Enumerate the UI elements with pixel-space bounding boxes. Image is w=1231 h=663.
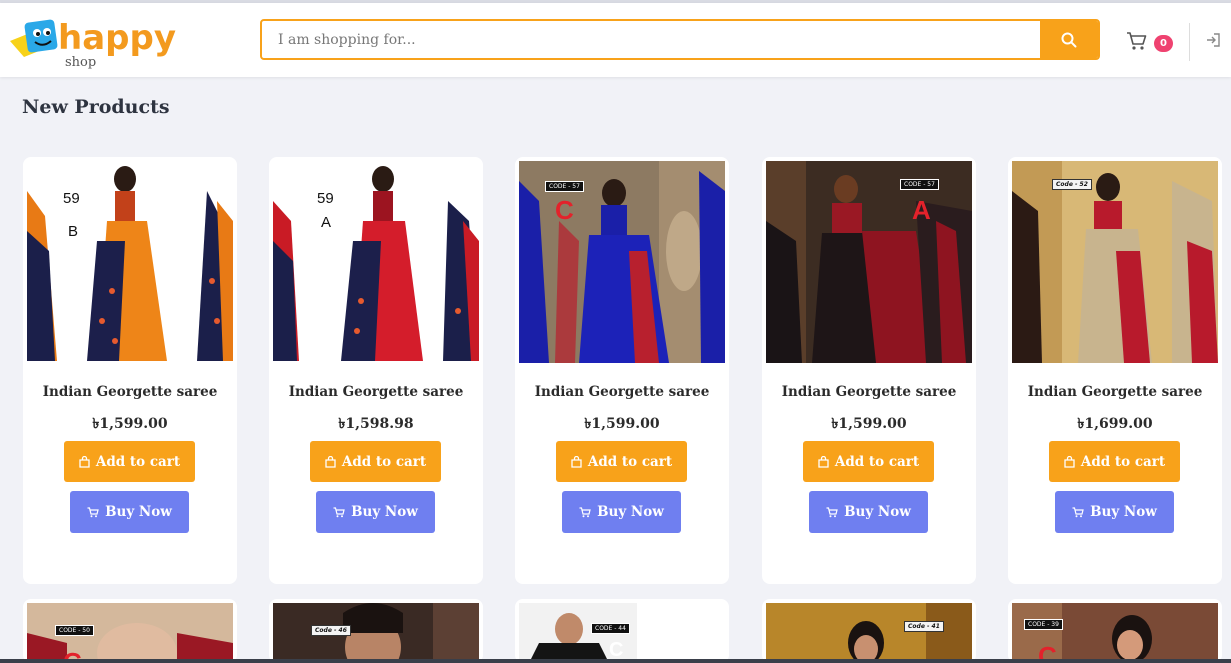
product-image[interactable]: Code - 41 <box>766 603 972 663</box>
add-to-cart-button[interactable]: Add to cart <box>64 441 195 482</box>
add-to-cart-label: Add to cart <box>95 453 181 470</box>
cart-icon <box>333 506 345 517</box>
image-code-tag: Code - 52 <box>1052 179 1092 190</box>
image-code-label: 59 <box>317 190 334 207</box>
bag-icon <box>325 455 336 468</box>
product-image[interactable]: CODE - 39 C <box>1012 603 1218 663</box>
header-divider <box>1189 23 1190 61</box>
product-name[interactable]: Indian Georgette saree <box>23 384 237 400</box>
add-to-cart-button[interactable]: Add to cart <box>556 441 687 482</box>
product-card[interactable]: Code - 46 <box>269 599 483 663</box>
product-image[interactable]: CODE - 44 C <box>519 603 725 663</box>
product-card[interactable]: Code - 52 Indian Georgette saree ৳1,699.… <box>1008 157 1222 584</box>
bag-icon <box>1064 455 1075 468</box>
buy-now-label: Buy Now <box>597 504 664 520</box>
cart-button[interactable]: 0 <box>1126 31 1176 57</box>
product-name[interactable]: Indian Georgette saree <box>762 384 976 400</box>
section-title: New Products <box>22 96 170 118</box>
product-price: ৳1,599.00 <box>92 416 168 432</box>
add-to-cart-label: Add to cart <box>587 453 673 470</box>
cart-icon <box>87 506 99 517</box>
cart-count-badge: 0 <box>1154 35 1173 52</box>
product-image[interactable]: 59 B <box>27 161 233 363</box>
add-to-cart-button[interactable]: Add to cart <box>310 441 441 482</box>
search-button[interactable] <box>1040 21 1098 58</box>
product-card[interactable]: CODE - 44 C <box>515 599 729 663</box>
happy-shop-logo: happy shop <box>10 18 176 70</box>
buy-now-label: Buy Now <box>844 504 911 520</box>
buy-now-button[interactable]: Buy Now <box>1055 491 1174 533</box>
product-name[interactable]: Indian Georgette saree <box>1008 384 1222 400</box>
image-variant-label: A <box>321 214 332 231</box>
product-price: ৳1,599.00 <box>584 416 660 432</box>
product-card[interactable]: 59 B Indian Georgette saree ৳1,599.00 Ad… <box>23 157 237 584</box>
image-code-label: 59 <box>63 190 80 207</box>
buy-now-button[interactable]: Buy Now <box>562 491 681 533</box>
search-bar <box>260 19 1100 60</box>
product-image[interactable]: CODE - 57 A <box>766 161 972 363</box>
site-header: happy shop 0 <box>0 3 1231 77</box>
cart-icon <box>579 506 591 517</box>
add-to-cart-button[interactable]: Add to cart <box>1049 441 1180 482</box>
image-code-tag: CODE - 44 <box>591 623 630 634</box>
login-button[interactable] <box>1205 32 1223 50</box>
product-card[interactable]: CODE - 50 C <box>23 599 237 663</box>
search-input[interactable] <box>262 21 1042 58</box>
buy-now-label: Buy Now <box>1090 504 1157 520</box>
product-image[interactable]: CODE - 57 C <box>519 161 725 363</box>
cart-icon <box>1072 506 1084 517</box>
product-card[interactable]: 59 A Indian Georgette saree ৳1,598.98 Ad… <box>269 157 483 584</box>
logo[interactable]: happy shop <box>8 11 178 71</box>
image-code-tag: CODE - 57 <box>900 179 939 190</box>
cart-icon <box>1127 32 1147 50</box>
image-variant-label: B <box>68 223 79 240</box>
image-variant-label: C <box>555 195 574 225</box>
bag-icon <box>818 455 829 468</box>
image-code-tag: Code - 46 <box>311 625 351 636</box>
product-image[interactable]: Code - 52 <box>1012 161 1218 363</box>
product-price: ৳1,598.98 <box>338 416 414 432</box>
product-card[interactable]: Code - 41 <box>762 599 976 663</box>
search-icon <box>1061 32 1077 47</box>
bag-icon <box>571 455 582 468</box>
image-code-tag: Code - 41 <box>904 621 944 632</box>
bag-icon <box>79 455 90 468</box>
product-card[interactable]: CODE - 57 A Indian Georgette saree ৳1,59… <box>762 157 976 584</box>
buy-now-button[interactable]: Buy Now <box>809 491 928 533</box>
image-variant-label: A <box>912 195 931 225</box>
product-card[interactable]: CODE - 39 C <box>1008 599 1222 663</box>
logo-sub: shop <box>65 55 96 70</box>
image-code-tag: CODE - 57 <box>545 181 584 192</box>
product-image[interactable]: 59 A <box>273 161 479 363</box>
sign-in-icon <box>1207 33 1220 47</box>
product-name[interactable]: Indian Georgette saree <box>515 384 729 400</box>
logo-word: happy <box>58 18 176 58</box>
buy-now-label: Buy Now <box>351 504 418 520</box>
product-price: ৳1,699.00 <box>1077 416 1153 432</box>
add-to-cart-label: Add to cart <box>341 453 427 470</box>
image-code-tag: CODE - 50 <box>55 625 94 636</box>
buy-now-label: Buy Now <box>105 504 172 520</box>
product-name[interactable]: Indian Georgette saree <box>269 384 483 400</box>
cart-icon <box>826 506 838 517</box>
product-image[interactable]: CODE - 50 C <box>27 603 233 663</box>
product-card[interactable]: CODE - 57 C Indian Georgette saree ৳1,59… <box>515 157 729 584</box>
product-price: ৳1,599.00 <box>831 416 907 432</box>
buy-now-button[interactable]: Buy Now <box>70 491 189 533</box>
product-image[interactable]: Code - 46 <box>273 603 479 663</box>
add-to-cart-button[interactable]: Add to cart <box>803 441 934 482</box>
add-to-cart-label: Add to cart <box>834 453 920 470</box>
buy-now-button[interactable]: Buy Now <box>316 491 435 533</box>
bottom-scroll-edge <box>0 659 1231 663</box>
add-to-cart-label: Add to cart <box>1080 453 1166 470</box>
image-code-tag: CODE - 39 <box>1024 619 1063 630</box>
